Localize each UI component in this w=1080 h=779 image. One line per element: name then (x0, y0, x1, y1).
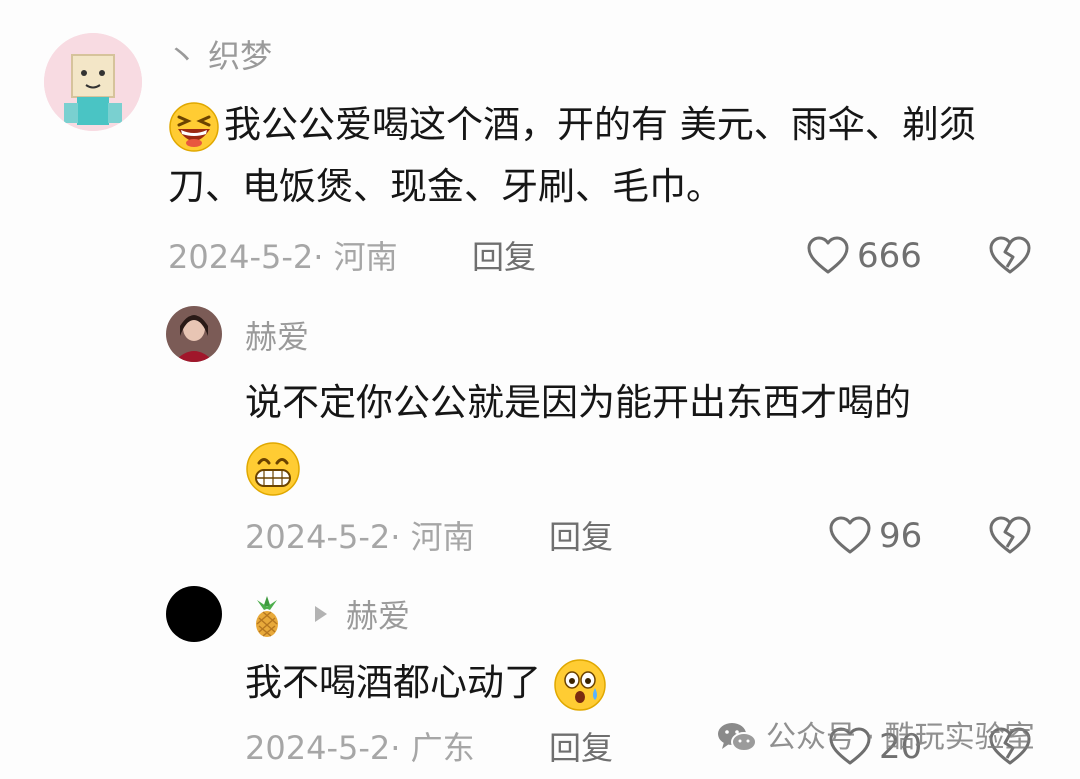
broken-heart-icon (989, 516, 1031, 554)
comment-2: 赫爱 说不定你公公就是因为能开出东西才喝的 2024-5-2· 河南 回复 96 (0, 290, 1080, 570)
dislike-button[interactable] (988, 514, 1032, 558)
heart-icon (829, 516, 871, 554)
pineapple-emoji (247, 594, 287, 638)
like-count: 96 (879, 516, 923, 556)
like-button[interactable] (806, 234, 850, 278)
like-count: 666 (857, 236, 922, 276)
comment-text: 我不喝酒都心动了 (245, 652, 1005, 714)
username[interactable]: 丶 织梦 (166, 36, 272, 76)
comment-text: 说不定你公公就是因为能开出东西才喝的 (245, 372, 1005, 497)
user-avatar-2[interactable] (166, 306, 222, 362)
comment-text: 我公公爱喝这个酒，开的有 美元、雨伞、剃须刀、电饭煲、现金、牙刷、毛巾。 (168, 94, 1028, 218)
grinning-face-emoji (245, 441, 301, 497)
comment-1: 丶 织梦 我公公爱喝这个酒，开的有 美元、雨伞、剃须刀、电饭煲、现金、牙刷、毛巾… (0, 0, 1080, 290)
comment-date-location: 2024-5-2· 广东 (245, 729, 475, 767)
user-avatar-1[interactable] (44, 33, 142, 131)
wechat-icon (716, 720, 758, 756)
username[interactable]: 赫爱 (245, 317, 309, 357)
user-avatar-3[interactable] (166, 586, 222, 642)
reply-arrow-icon (312, 604, 330, 624)
watermark-text: 公众号 · 酷玩实验室 (766, 720, 1035, 755)
reply-button[interactable]: 回复 (549, 517, 613, 557)
reply-to-username[interactable]: 赫爱 (346, 596, 410, 636)
dislike-button[interactable] (988, 234, 1032, 278)
reply-button[interactable]: 回复 (549, 728, 613, 768)
like-button[interactable] (828, 514, 872, 558)
reply-button[interactable]: 回复 (472, 237, 536, 277)
comment-date-location: 2024-5-2· 河南 (245, 518, 475, 556)
comment-date-location: 2024-5-2· 河南 (168, 238, 398, 276)
broken-heart-icon (989, 236, 1031, 274)
astonished-face-emoji (553, 658, 607, 712)
laughing-face-emoji (168, 101, 220, 153)
heart-icon (807, 236, 849, 274)
